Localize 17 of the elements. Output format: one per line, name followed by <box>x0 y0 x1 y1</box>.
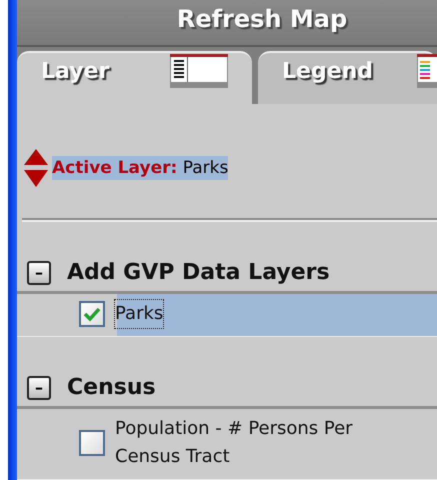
up-down-arrows-icon <box>24 149 48 187</box>
tab-label: Layer <box>41 58 110 84</box>
layer-label: Parks <box>115 300 164 328</box>
refresh-map-button[interactable]: Refresh Map <box>106 5 348 40</box>
layer-row[interactable]: Population - # Persons Per Census Tract <box>17 409 437 480</box>
checkbox[interactable] <box>79 430 105 456</box>
collapse-toggle[interactable]: – <box>27 376 51 400</box>
layer-list-icon <box>170 54 228 88</box>
collapse-toggle[interactable]: – <box>27 260 51 284</box>
check-icon <box>82 306 102 322</box>
checkbox[interactable] <box>79 301 105 327</box>
group-title: Census <box>67 375 156 400</box>
group-title: Add GVP Data Layers <box>67 260 330 285</box>
active-layer-text: Active Layer: Parks <box>52 156 228 180</box>
layer-label: Population - # Persons Per Census Tract <box>115 417 354 469</box>
tab-label: Legend <box>282 58 374 84</box>
layer-row[interactable]: Parks <box>17 294 437 337</box>
